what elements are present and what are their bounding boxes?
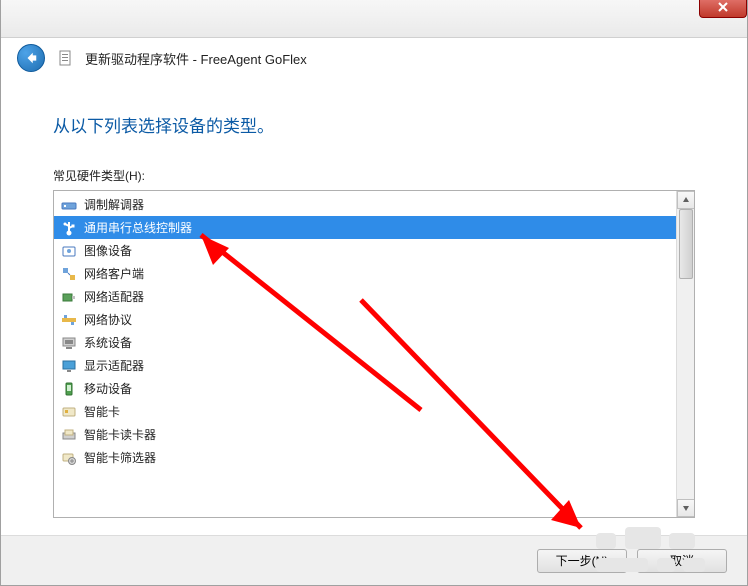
network-protocol-icon	[60, 311, 78, 329]
modem-icon	[60, 196, 78, 214]
list-item[interactable]: 通用串行总线控制器	[54, 216, 694, 239]
list-item-label: 调制解调器	[84, 196, 144, 213]
list-item[interactable]: 网络客户端	[54, 262, 694, 285]
content-area: 从以下列表选择设备的类型。 常见硬件类型(H): 调制解调器通用串行总线控制器图…	[1, 78, 747, 530]
list-item-label: 移动设备	[84, 380, 132, 397]
list-item[interactable]: 调制解调器	[54, 193, 694, 216]
window-title: 更新驱动程序软件 - FreeAgent GoFlex	[85, 49, 307, 68]
list-item-label: 显示适配器	[84, 357, 144, 374]
list-item[interactable]: 图像设备	[54, 239, 694, 262]
cancel-button[interactable]: 取消	[637, 549, 727, 573]
scroll-down-button[interactable]	[677, 499, 695, 517]
next-button-label: 下一步(N)	[556, 552, 609, 569]
list-item-label: 网络客户端	[84, 265, 144, 282]
chevron-up-icon	[682, 196, 690, 204]
list-item-label: 智能卡读卡器	[84, 426, 156, 443]
list-item[interactable]: 显示适配器	[54, 354, 694, 377]
list-item-label: 智能卡	[84, 403, 120, 420]
back-button[interactable]	[17, 44, 45, 72]
smartcard-filter-icon	[60, 449, 78, 467]
list-item-label: 通用串行总线控制器	[84, 219, 192, 236]
list-item[interactable]: 网络协议	[54, 308, 694, 331]
cancel-button-label: 取消	[670, 552, 694, 569]
scroll-up-button[interactable]	[677, 191, 695, 209]
next-button[interactable]: 下一步(N)	[537, 549, 627, 573]
scroll-thumb[interactable]	[679, 209, 693, 279]
list-item[interactable]: 网络适配器	[54, 285, 694, 308]
smartcard-reader-icon	[60, 426, 78, 444]
list-item-label: 网络适配器	[84, 288, 144, 305]
page-heading: 从以下列表选择设备的类型。	[53, 112, 695, 137]
list-item[interactable]: 系统设备	[54, 331, 694, 354]
back-arrow-icon	[24, 51, 38, 65]
footer-bar: 下一步(N) 取消	[1, 535, 747, 585]
dialog-window: 更新驱动程序软件 - FreeAgent GoFlex 从以下列表选择设备的类型…	[0, 0, 748, 586]
usb-icon	[60, 219, 78, 237]
mobile-device-icon	[60, 380, 78, 398]
list-item-label: 网络协议	[84, 311, 132, 328]
network-client-icon	[60, 265, 78, 283]
system-device-icon	[60, 334, 78, 352]
document-icon	[57, 50, 73, 66]
list-item-label: 智能卡筛选器	[84, 449, 156, 466]
hardware-list-box: 调制解调器通用串行总线控制器图像设备网络客户端网络适配器网络协议系统设备显示适配…	[53, 190, 695, 518]
scrollbar[interactable]	[676, 191, 694, 517]
close-icon	[718, 2, 728, 12]
list-item[interactable]: 智能卡筛选器	[54, 446, 694, 469]
chevron-down-icon	[682, 504, 690, 512]
nav-row: 更新驱动程序软件 - FreeAgent GoFlex	[1, 38, 747, 78]
network-adapter-icon	[60, 288, 78, 306]
image-device-icon	[60, 242, 78, 260]
list-item[interactable]: 智能卡读卡器	[54, 423, 694, 446]
list-item-label: 系统设备	[84, 334, 132, 351]
smartcard-icon	[60, 403, 78, 421]
close-button[interactable]	[699, 0, 747, 18]
title-bar	[1, 0, 747, 38]
list-item[interactable]: 智能卡	[54, 400, 694, 423]
list-label: 常见硬件类型(H):	[53, 167, 695, 184]
list-item-label: 图像设备	[84, 242, 132, 259]
display-adapter-icon	[60, 357, 78, 375]
list-item[interactable]: 移动设备	[54, 377, 694, 400]
